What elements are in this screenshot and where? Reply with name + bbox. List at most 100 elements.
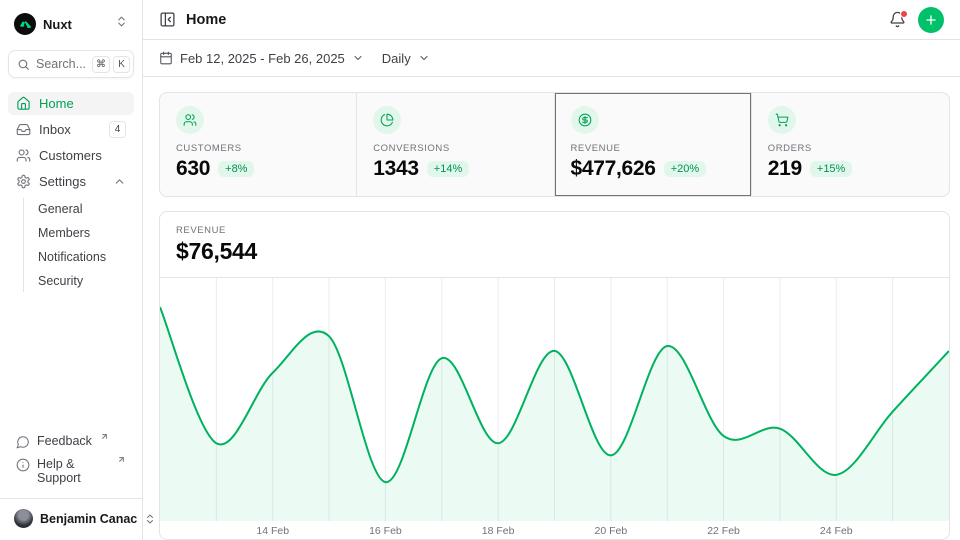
stat-value: $477,626 xyxy=(571,157,656,181)
sidebar-item-members[interactable]: Members xyxy=(24,222,134,244)
arrow-up-right-icon xyxy=(100,432,109,441)
chevron-up-icon xyxy=(113,175,126,188)
period-value: Daily xyxy=(382,51,411,66)
chevrons-up-down-icon xyxy=(115,15,128,33)
kbd-k: K xyxy=(113,56,130,73)
chart-current-value: $76,544 xyxy=(176,238,933,265)
content-area: CUSTOMERS 630 +8% CONVERSIONS 1343 +14% xyxy=(143,77,960,540)
sub-item-label: Members xyxy=(38,226,90,240)
inbox-icon xyxy=(16,122,31,137)
top-header: Home xyxy=(143,0,960,40)
info-icon xyxy=(16,458,30,472)
notification-dot xyxy=(900,10,908,18)
notifications-button[interactable] xyxy=(889,11,906,28)
chart-x-axis: 14 Feb 16 Feb 18 Feb 20 Feb 22 Feb 24 Fe… xyxy=(160,521,949,540)
dollar-circle-icon xyxy=(571,106,599,134)
search-placeholder: Search... xyxy=(36,57,86,71)
stat-label: REVENUE xyxy=(571,143,735,154)
page-title: Home xyxy=(186,12,226,28)
inbox-count-badge: 4 xyxy=(109,121,126,138)
divider xyxy=(0,498,142,499)
period-select[interactable]: Daily xyxy=(382,51,430,66)
sidebar-item-customers[interactable]: Customers xyxy=(8,144,134,167)
sidebar-item-inbox[interactable]: Inbox 4 xyxy=(8,118,134,141)
chart-pie-icon xyxy=(373,106,401,134)
sidebar-item-security[interactable]: Security xyxy=(24,270,134,292)
x-tick-label: 16 Feb xyxy=(369,525,402,537)
kbd-meta: ⌘ xyxy=(92,56,110,73)
settings-icon xyxy=(16,174,31,189)
stat-card-conversions[interactable]: CONVERSIONS 1343 +14% xyxy=(357,93,554,196)
panel-left-icon[interactable] xyxy=(159,11,176,28)
home-icon xyxy=(16,96,31,111)
sidebar-nav: Home Inbox 4 Customers Settings xyxy=(8,92,134,292)
stat-value: 219 xyxy=(768,157,802,181)
stat-delta-badge: +14% xyxy=(427,161,469,177)
x-tick-label: 22 Feb xyxy=(707,525,740,537)
sidebar-item-label: Home xyxy=(39,96,74,111)
sidebar-footer: Feedback Help & Support Benjamin Canac xyxy=(8,431,134,532)
sub-item-label: General xyxy=(38,202,82,216)
plus-icon xyxy=(924,13,938,27)
stat-value: 630 xyxy=(176,157,210,181)
sidebar-item-label: Inbox xyxy=(39,122,71,137)
stat-label: ORDERS xyxy=(768,143,933,154)
nuxt-logo-icon xyxy=(14,13,36,35)
sidebar-item-settings[interactable]: Settings xyxy=(8,170,134,193)
arrow-up-right-icon xyxy=(117,455,126,464)
message-circle-icon xyxy=(16,435,30,449)
sidebar-item-label: Settings xyxy=(39,174,86,189)
stat-delta-badge: +8% xyxy=(218,161,254,177)
sidebar-item-notifications[interactable]: Notifications xyxy=(24,246,134,268)
x-tick-label: 18 Feb xyxy=(482,525,515,537)
avatar xyxy=(14,509,33,528)
app-window: Nuxt Search... ⌘ K Home xyxy=(0,0,960,540)
sidebar-item-home[interactable]: Home xyxy=(8,92,134,115)
feedback-label: Feedback xyxy=(37,434,92,448)
date-range-picker[interactable]: Feb 12, 2025 - Feb 26, 2025 xyxy=(159,51,364,66)
calendar-icon xyxy=(159,51,173,65)
stat-card-revenue[interactable]: REVENUE $477,626 +20% xyxy=(555,93,752,196)
sub-item-label: Notifications xyxy=(38,250,106,264)
search-input[interactable]: Search... ⌘ K xyxy=(8,50,134,78)
sidebar: Nuxt Search... ⌘ K Home xyxy=(0,0,143,540)
x-tick-label: 14 Feb xyxy=(256,525,289,537)
help-support-link[interactable]: Help & Support xyxy=(8,454,134,488)
settings-submenu: General Members Notifications Security xyxy=(23,198,134,292)
search-icon xyxy=(17,58,30,71)
feedback-link[interactable]: Feedback xyxy=(8,431,134,452)
chart-header: REVENUE $76,544 xyxy=(160,212,949,278)
sub-item-label: Security xyxy=(38,274,83,288)
users-icon xyxy=(16,148,31,163)
chart-title: REVENUE xyxy=(176,225,933,236)
search-shortcut: ⌘ K xyxy=(92,56,130,73)
revenue-chart-card: REVENUE $76,544 14 Feb 16 Feb 18 Feb 20 … xyxy=(159,211,950,540)
chevron-down-icon xyxy=(418,52,430,64)
x-tick-label: 24 Feb xyxy=(820,525,853,537)
user-menu[interactable]: Benjamin Canac xyxy=(8,501,134,532)
stat-delta-badge: +15% xyxy=(810,161,852,177)
team-selector[interactable]: Nuxt xyxy=(8,8,134,40)
stat-card-customers[interactable]: CUSTOMERS 630 +8% xyxy=(160,93,357,196)
revenue-area-chart[interactable] xyxy=(160,278,949,521)
stats-strip: CUSTOMERS 630 +8% CONVERSIONS 1343 +14% xyxy=(159,92,950,197)
team-name: Nuxt xyxy=(43,17,72,32)
shopping-cart-icon xyxy=(768,106,796,134)
main-panel: Home Feb 12, 2025 - Feb 26, 2025 xyxy=(143,0,960,540)
help-support-label: Help & Support xyxy=(37,457,109,485)
stat-value: 1343 xyxy=(373,157,419,181)
stat-label: CUSTOMERS xyxy=(176,143,340,154)
user-name: Benjamin Canac xyxy=(40,512,137,526)
sidebar-item-label: Customers xyxy=(39,148,102,163)
add-button[interactable] xyxy=(918,7,944,33)
x-tick-label: 20 Feb xyxy=(594,525,627,537)
filter-toolbar: Feb 12, 2025 - Feb 26, 2025 Daily xyxy=(143,40,960,77)
chevron-down-icon xyxy=(352,52,364,64)
chart-canvas xyxy=(160,278,949,521)
sidebar-item-general[interactable]: General xyxy=(24,198,134,220)
stat-card-orders[interactable]: ORDERS 219 +15% xyxy=(752,93,949,196)
stat-label: CONVERSIONS xyxy=(373,143,537,154)
stat-delta-badge: +20% xyxy=(664,161,706,177)
date-range-value: Feb 12, 2025 - Feb 26, 2025 xyxy=(180,51,345,66)
users-icon xyxy=(176,106,204,134)
